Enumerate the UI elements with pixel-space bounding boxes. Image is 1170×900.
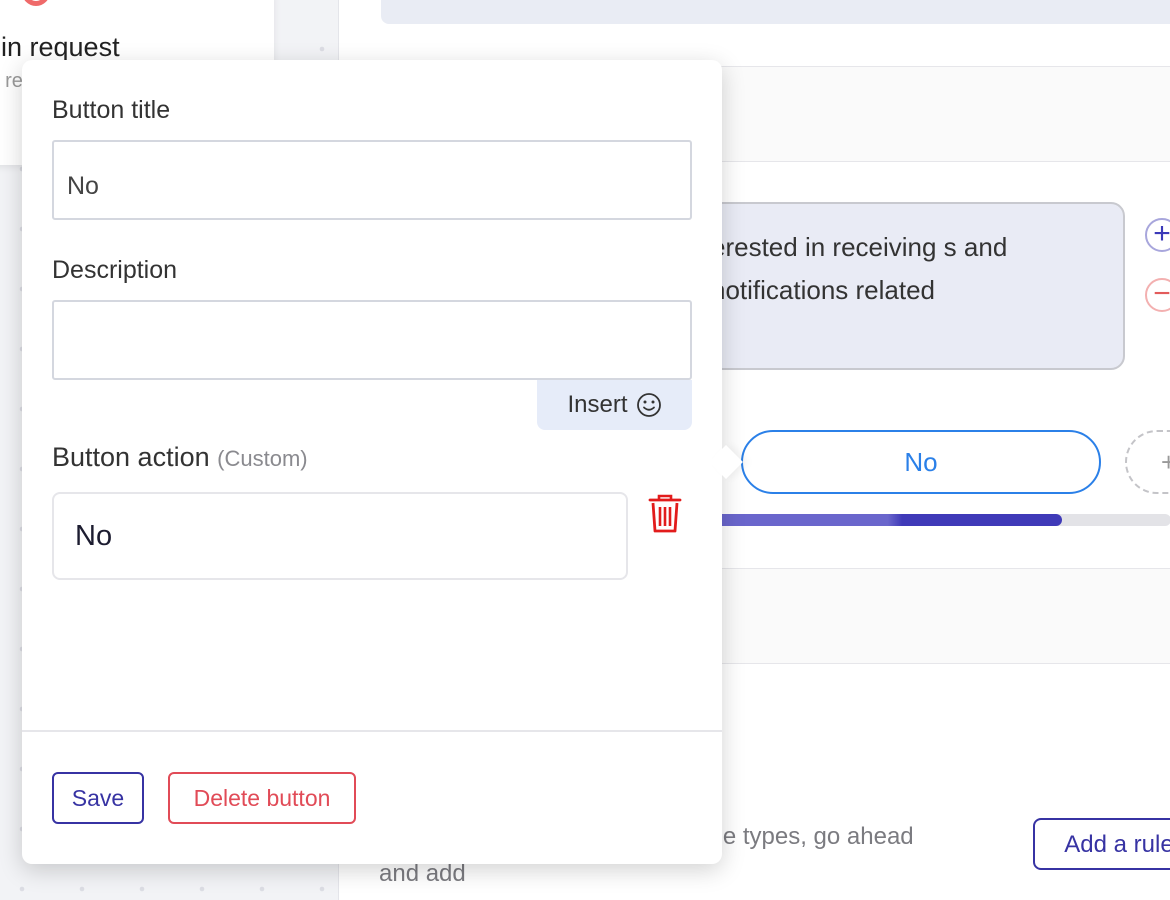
progress-fill xyxy=(699,514,1063,526)
button-action-value: No xyxy=(75,520,113,552)
top-input-field[interactable] xyxy=(381,0,1170,24)
button-title-input[interactable] xyxy=(52,140,692,220)
description-label: Description xyxy=(52,256,178,284)
add-response-button[interactable]: + xyxy=(1145,218,1170,252)
button-action-heading: Button action (Custom) xyxy=(52,442,308,473)
response-button-label: No xyxy=(904,446,938,477)
smiley-icon xyxy=(636,393,661,417)
card-subtitle: t re xyxy=(0,70,23,92)
delete-button[interactable]: Delete button xyxy=(168,772,356,824)
plus-icon: + xyxy=(1153,217,1170,250)
trash-icon xyxy=(648,494,682,533)
message-text: erested in receiving s and notifications… xyxy=(711,232,1008,305)
remove-response-button[interactable]: − xyxy=(1145,278,1170,312)
progress-bar xyxy=(699,514,1170,526)
button-title-label: Button title xyxy=(52,96,171,124)
insert-emoji-button[interactable]: Insert xyxy=(537,380,692,430)
card-title: -in request xyxy=(0,32,120,62)
delete-action-button[interactable] xyxy=(646,494,684,536)
insert-label: Insert xyxy=(567,391,628,418)
add-rule-button[interactable]: Add a rule xyxy=(1033,818,1170,870)
add-button-placeholder[interactable]: + xyxy=(1125,430,1170,494)
description-input[interactable] xyxy=(52,300,692,380)
save-button[interactable]: Save xyxy=(52,772,144,824)
popup-footer-divider xyxy=(22,730,722,732)
button-action-field[interactable]: No xyxy=(52,492,628,580)
minus-icon: − xyxy=(1153,277,1170,310)
button-action-hint: (Custom) xyxy=(217,446,308,471)
button-action-label: Button action xyxy=(52,442,210,472)
response-button-no[interactable]: No xyxy=(741,430,1101,494)
button-edit-popup: Button title Description Insert Button a… xyxy=(22,60,743,864)
card-status-ring-icon xyxy=(22,0,50,6)
plus-icon: + xyxy=(1161,447,1170,477)
